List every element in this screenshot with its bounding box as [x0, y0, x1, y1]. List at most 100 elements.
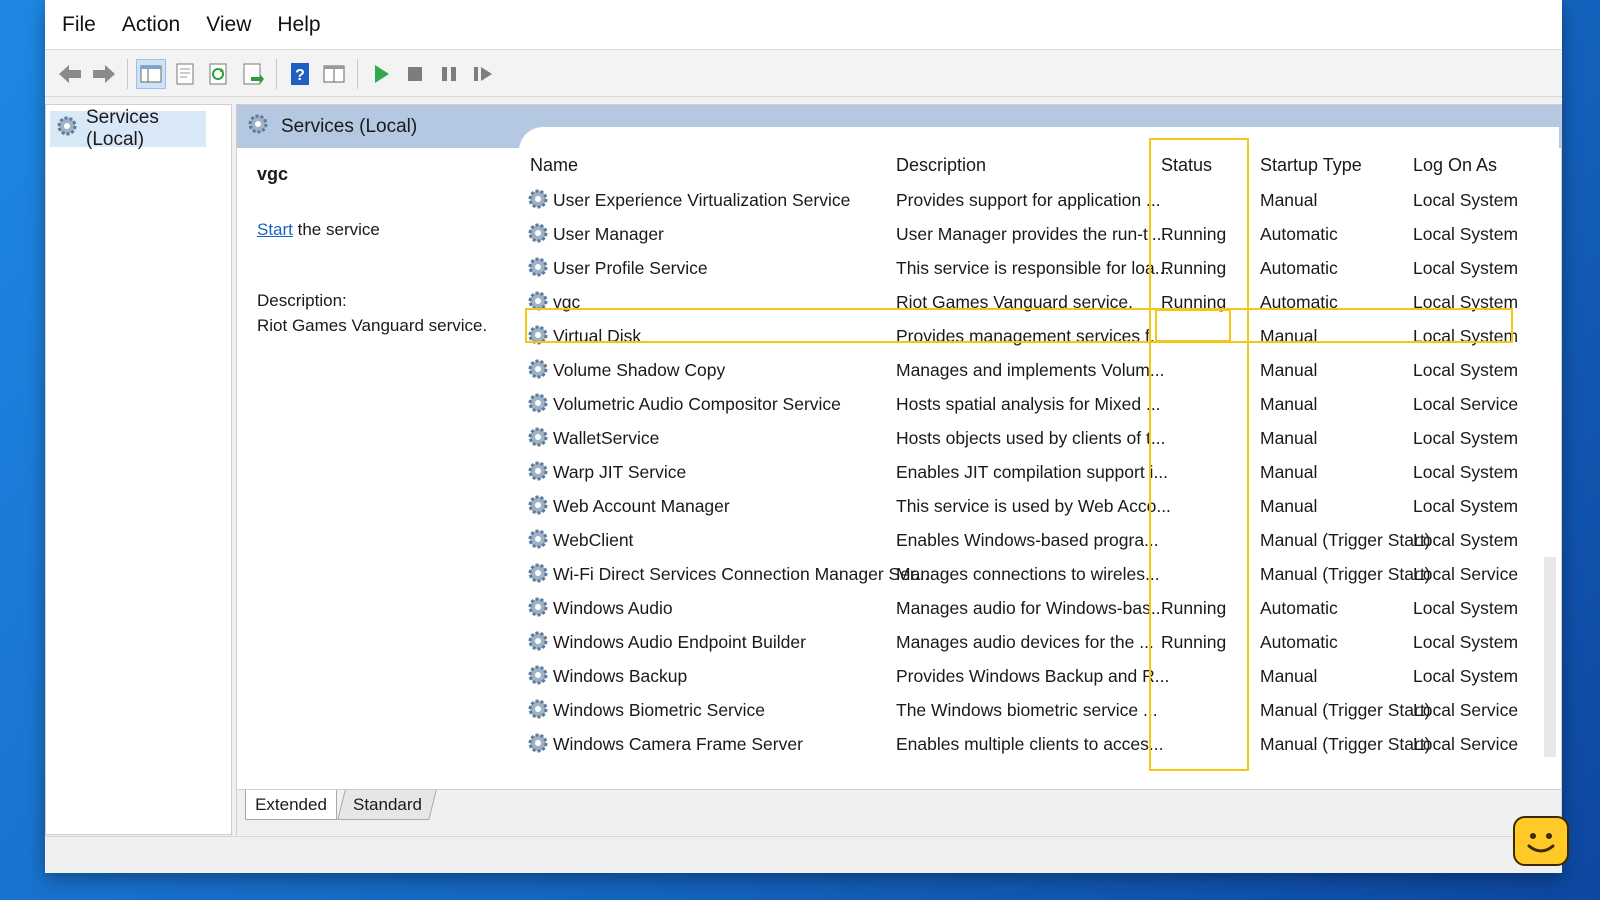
service-startup-type: Manual: [1260, 394, 1318, 414]
service-name: User Experience Virtualization Service: [553, 190, 851, 210]
description-label: Description:: [257, 291, 347, 310]
table-row[interactable]: Windows Audio Endpoint Builder Manages au…: [519, 625, 1539, 659]
service-startup-type: Manual: [1260, 360, 1318, 380]
chat-assistant-icon[interactable]: [1513, 816, 1569, 866]
service-description: Enables JIT compilation support i...: [896, 462, 1169, 482]
service-log-on-as: Local System: [1413, 598, 1519, 618]
toolbar-separator: [127, 58, 128, 89]
gear-icon: [527, 562, 549, 589]
table-row[interactable]: Virtual Disk Provides management services…: [519, 319, 1539, 353]
column-header-name[interactable]: Name: [530, 155, 578, 176]
resume-service-icon[interactable]: [468, 59, 498, 89]
gear-icon: [527, 528, 549, 555]
tree-node-services-local[interactable]: Services (Local): [50, 107, 206, 150]
forward-icon[interactable]: [89, 59, 119, 89]
table-row[interactable]: Wi-Fi Direct Services Connection Manager…: [519, 557, 1539, 591]
service-name: WalletService: [553, 428, 660, 448]
table-row[interactable]: User Experience Virtualization Service Pr…: [519, 183, 1539, 217]
service-description: Enables multiple clients to acces...: [896, 734, 1164, 754]
service-name: vgc: [553, 292, 581, 312]
table-row[interactable]: vgc Riot Games Vanguard service. Running Au…: [519, 285, 1539, 319]
back-icon[interactable]: [55, 59, 85, 89]
start-service-link[interactable]: Start: [257, 220, 293, 239]
gear-icon: [527, 460, 549, 487]
column-header-log-on-as[interactable]: Log On As: [1413, 155, 1497, 176]
menu-help[interactable]: Help: [277, 13, 320, 37]
service-description: Provides Windows Backup and R...: [896, 666, 1170, 686]
start-service-suffix: the service: [292, 220, 380, 239]
services-window: File Action View Help ? Services (Local)…: [45, 0, 1562, 873]
column-header-status[interactable]: Status: [1161, 155, 1212, 176]
service-startup-type: Automatic: [1260, 598, 1338, 618]
column-header-startup-type[interactable]: Startup Type: [1260, 155, 1362, 176]
toolbar: ?: [45, 51, 1562, 97]
table-row[interactable]: Windows Backup Provides Windows Backup an…: [519, 659, 1539, 693]
properties-icon[interactable]: [170, 59, 200, 89]
service-startup-type: Automatic: [1260, 224, 1338, 244]
table-row[interactable]: Volume Shadow Copy Manages and implements…: [519, 353, 1539, 387]
stop-service-icon[interactable]: [400, 59, 430, 89]
service-status: Running: [1161, 632, 1227, 652]
gear-icon: [527, 664, 549, 691]
table-row[interactable]: Web Account Manager This service is used …: [519, 489, 1539, 523]
service-description: Provides support for application ...: [896, 190, 1161, 210]
service-log-on-as: Local System: [1413, 224, 1519, 244]
show-hide-tree-icon[interactable]: [136, 58, 166, 89]
services-list: Name Description Status Startup Type Log…: [519, 127, 1559, 789]
help-icon[interactable]: ?: [285, 59, 315, 89]
tab-extended-label: Extended: [255, 794, 327, 814]
table-row[interactable]: Windows Biometric Service The Windows bio…: [519, 693, 1539, 727]
table-row[interactable]: Windows Audio Manages audio for Windows-b…: [519, 591, 1539, 625]
tree-node-label: Services (Local): [86, 107, 159, 150]
menu-action[interactable]: Action: [122, 13, 180, 37]
service-startup-type: Automatic: [1260, 292, 1338, 312]
gear-icon: [527, 698, 549, 725]
service-startup-type: Manual (Trigger Start): [1260, 564, 1431, 584]
table-row[interactable]: Windows Camera Frame Server Enables multi…: [519, 727, 1539, 761]
service-status: Running: [1161, 292, 1227, 312]
service-description: This service is responsible for loa...: [896, 258, 1170, 278]
table-row[interactable]: Warp JIT Service Enables JIT compilation …: [519, 455, 1539, 489]
description-text: Riot Games Vanguard service.: [257, 316, 488, 335]
console-tree: Services (Local): [45, 104, 232, 835]
gear-icon: [527, 596, 549, 623]
service-log-on-as: Local System: [1413, 292, 1519, 312]
extended-info-pane: vgc Start the service Description: Riot …: [237, 148, 519, 788]
tab-standard-label: Standard: [352, 794, 422, 814]
vertical-scrollbar[interactable]: [1544, 557, 1556, 757]
export-list-icon[interactable]: [238, 59, 268, 89]
svg-text:?: ?: [295, 67, 305, 84]
start-service-icon[interactable]: [366, 59, 396, 89]
table-row[interactable]: Volumetric Audio Compositor Service Hosts…: [519, 387, 1539, 421]
main-header-label: Services (Local): [281, 115, 418, 137]
pause-service-icon[interactable]: [434, 59, 464, 89]
service-log-on-as: Local System: [1413, 190, 1519, 210]
table-row[interactable]: User Profile Service This service is resp…: [519, 251, 1539, 285]
table-row[interactable]: WebClient Enables Windows-based progra...…: [519, 523, 1539, 557]
menu-view[interactable]: View: [206, 13, 251, 37]
service-description: User Manager provides the run-ti...: [896, 224, 1167, 244]
service-name: Wi-Fi Direct Services Connection Manager…: [553, 564, 930, 584]
service-startup-type: Manual: [1260, 666, 1318, 686]
service-startup-type: Manual (Trigger Start): [1260, 734, 1431, 754]
table-row[interactable]: User Manager User Manager provides the ru…: [519, 217, 1539, 251]
service-status: Running: [1161, 598, 1227, 618]
start-service-line: Start the service: [257, 220, 380, 240]
service-description: Riot Games Vanguard service.: [896, 292, 1134, 312]
toolbar-separator: [357, 58, 358, 89]
service-name: User Profile Service: [553, 258, 708, 278]
column-header-description[interactable]: Description: [896, 155, 986, 176]
tab-extended[interactable]: Extended: [245, 790, 337, 820]
table-row[interactable]: WalletService Hosts objects used by clien…: [519, 421, 1539, 455]
service-log-on-as: Local Service: [1413, 700, 1519, 720]
menu-file[interactable]: File: [62, 13, 96, 37]
toolbar-separator: [276, 58, 277, 89]
service-name: User Manager: [553, 224, 664, 244]
tab-standard[interactable]: Standard: [337, 790, 437, 820]
view-icon[interactable]: [319, 59, 349, 89]
gear-icon: [527, 358, 549, 385]
status-bar: [45, 836, 1562, 873]
service-log-on-as: Local System: [1413, 666, 1519, 686]
refresh-icon[interactable]: [204, 59, 234, 89]
menu-bar: File Action View Help: [45, 0, 1562, 50]
